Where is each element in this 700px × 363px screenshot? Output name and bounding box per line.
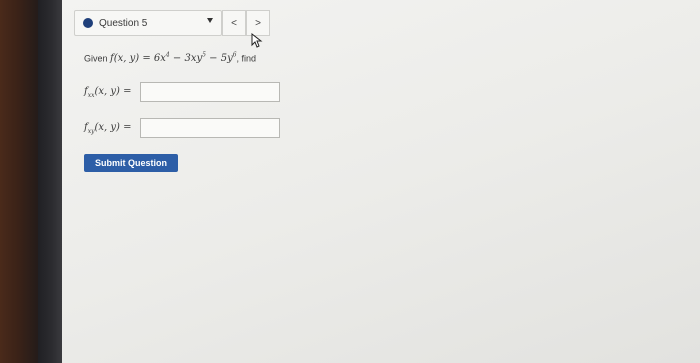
question-label: Question 5 [99, 17, 148, 29]
fxy-answer-input[interactable] [140, 118, 280, 138]
status-dot-icon [83, 18, 93, 28]
submit-question-button[interactable]: Submit Question [84, 154, 178, 172]
screen: Question 5 < > Given f(x, y) = 6x4 − 3xy… [0, 0, 700, 363]
monitor-bezel [38, 0, 62, 363]
answer-row-fxy: fxy(x, y) = [84, 118, 280, 138]
mouse-cursor-icon [251, 33, 263, 48]
problem-suffix: , find [236, 53, 257, 64]
answer-label-fxy: fxy(x, y) = [84, 121, 132, 135]
problem-function: f(x, y) = 6x4 − 3xy5 − 5y6 [110, 52, 237, 65]
fxx-answer-input[interactable] [140, 82, 280, 102]
prev-question-button[interactable]: < [222, 10, 246, 36]
answer-label-fxx: fxx(x, y) = [84, 85, 132, 99]
question-selector[interactable]: Question 5 [74, 10, 222, 36]
chevron-right-icon: > [255, 17, 261, 29]
problem-prefix: Given [84, 53, 108, 64]
problem-statement: Given f(x, y) = 6x4 − 3xy5 − 5y6, find [84, 52, 256, 64]
answer-row-fxx: fxx(x, y) = [84, 82, 280, 102]
chevron-left-icon: < [231, 17, 237, 29]
dropdown-caret-icon [207, 18, 213, 23]
